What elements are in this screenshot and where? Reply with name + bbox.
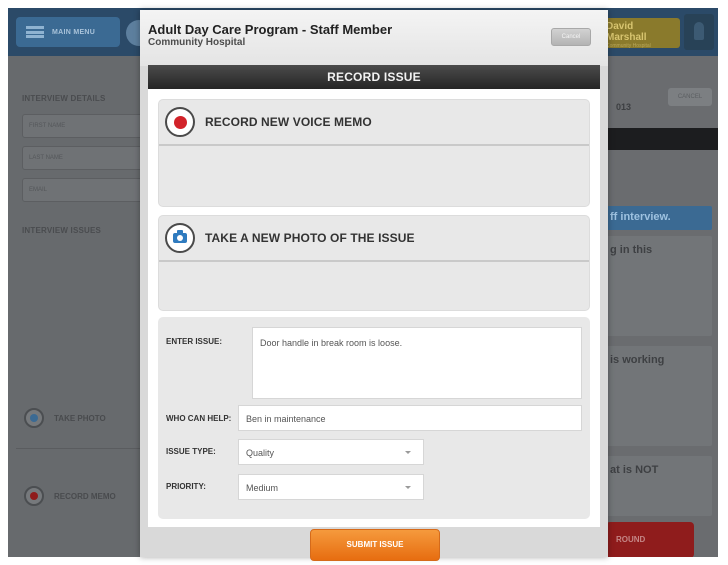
interview-sidebar: INTERVIEW DETAILS FIRST NAME LAST NAME E…: [8, 56, 150, 557]
record-memo-label: RECORD MEMO: [54, 491, 116, 501]
record-icon[interactable]: [165, 107, 195, 137]
last-name-field[interactable]: LAST NAME: [22, 146, 150, 170]
chevron-down-icon: [405, 451, 411, 454]
enter-issue-label: ENTER ISSUE:: [166, 337, 223, 346]
issue-details-panel: ENTER ISSUE: Door handle in break room i…: [158, 317, 590, 519]
issue-type-select[interactable]: Quality: [238, 439, 424, 465]
enter-issue-textarea[interactable]: Door handle in break room is loose.: [252, 327, 582, 399]
first-name-field[interactable]: FIRST NAME: [22, 114, 150, 138]
interview-issues-heading: INTERVIEW ISSUES: [22, 226, 102, 235]
record-icon: [24, 486, 44, 506]
hamburger-icon: [26, 26, 44, 38]
camera-icon: [24, 408, 44, 428]
take-photo-button[interactable]: TAKE PHOTO: [24, 408, 106, 428]
modal-title: Adult Day Care Program - Staff Member: [148, 22, 393, 37]
user-info[interactable]: David Marshall Community Hospital: [600, 18, 680, 49]
issue-type-label: ISSUE TYPE:: [166, 447, 216, 456]
user-name: David Marshall: [606, 21, 647, 43]
issue-type-value: Quality: [246, 448, 275, 458]
issue-form: RECORD NEW VOICE MEMO TAKE A NEW PHOTO O…: [148, 89, 600, 527]
modal-header: Adult Day Care Program - Staff Member Co…: [140, 10, 608, 66]
email-field[interactable]: EMAIL: [22, 178, 150, 202]
user-organization: Community Hospital: [606, 43, 651, 49]
modal-subtitle: Community Hospital: [148, 37, 246, 48]
round-button[interactable]: ROUND: [606, 522, 694, 557]
staff-interview-banner: ff interview.: [604, 206, 712, 230]
who-can-help-field[interactable]: Ben in maintenance: [238, 405, 582, 431]
cancel-button[interactable]: Cancel: [551, 28, 591, 46]
main-menu-button[interactable]: MAIN MENU: [16, 17, 120, 47]
interview-content: 013 CANCEL ff interview. g in this is wo…: [598, 56, 718, 557]
submit-issue-button[interactable]: SUBMIT ISSUE: [310, 529, 440, 561]
camera-icon[interactable]: [165, 223, 195, 253]
priority-value: Medium: [246, 483, 279, 493]
header-strip: [604, 128, 718, 150]
photo-label: TAKE A NEW PHOTO OF THE ISSUE: [205, 231, 415, 245]
date-text: 013: [616, 102, 632, 112]
question-card[interactable]: at is NOT: [604, 456, 712, 516]
divider: [16, 448, 144, 449]
priority-select[interactable]: Medium: [238, 474, 424, 500]
question-card[interactable]: is working: [604, 346, 712, 446]
cancel-button-background[interactable]: CANCEL: [668, 88, 712, 106]
photo-header[interactable]: TAKE A NEW PHOTO OF THE ISSUE: [159, 216, 589, 262]
avatar[interactable]: [684, 14, 714, 50]
voice-memo-header[interactable]: RECORD NEW VOICE MEMO: [159, 100, 589, 146]
voice-memo-panel[interactable]: RECORD NEW VOICE MEMO: [158, 99, 590, 207]
photo-panel[interactable]: TAKE A NEW PHOTO OF THE ISSUE: [158, 215, 590, 311]
voice-memo-label: RECORD NEW VOICE MEMO: [205, 115, 372, 129]
main-menu-label: MAIN MENU: [52, 28, 96, 36]
record-issue-title-bar: RECORD ISSUE: [148, 65, 600, 89]
record-issue-modal: Adult Day Care Program - Staff Member Co…: [140, 10, 608, 561]
who-can-help-label: WHO CAN HELP:: [166, 414, 232, 423]
chevron-down-icon: [405, 486, 411, 489]
take-photo-label: TAKE PHOTO: [54, 413, 106, 423]
record-memo-button[interactable]: RECORD MEMO: [24, 486, 116, 506]
interview-details-heading: INTERVIEW DETAILS: [22, 94, 106, 103]
question-card[interactable]: g in this: [604, 236, 712, 336]
priority-label: PRIORITY:: [166, 482, 206, 491]
